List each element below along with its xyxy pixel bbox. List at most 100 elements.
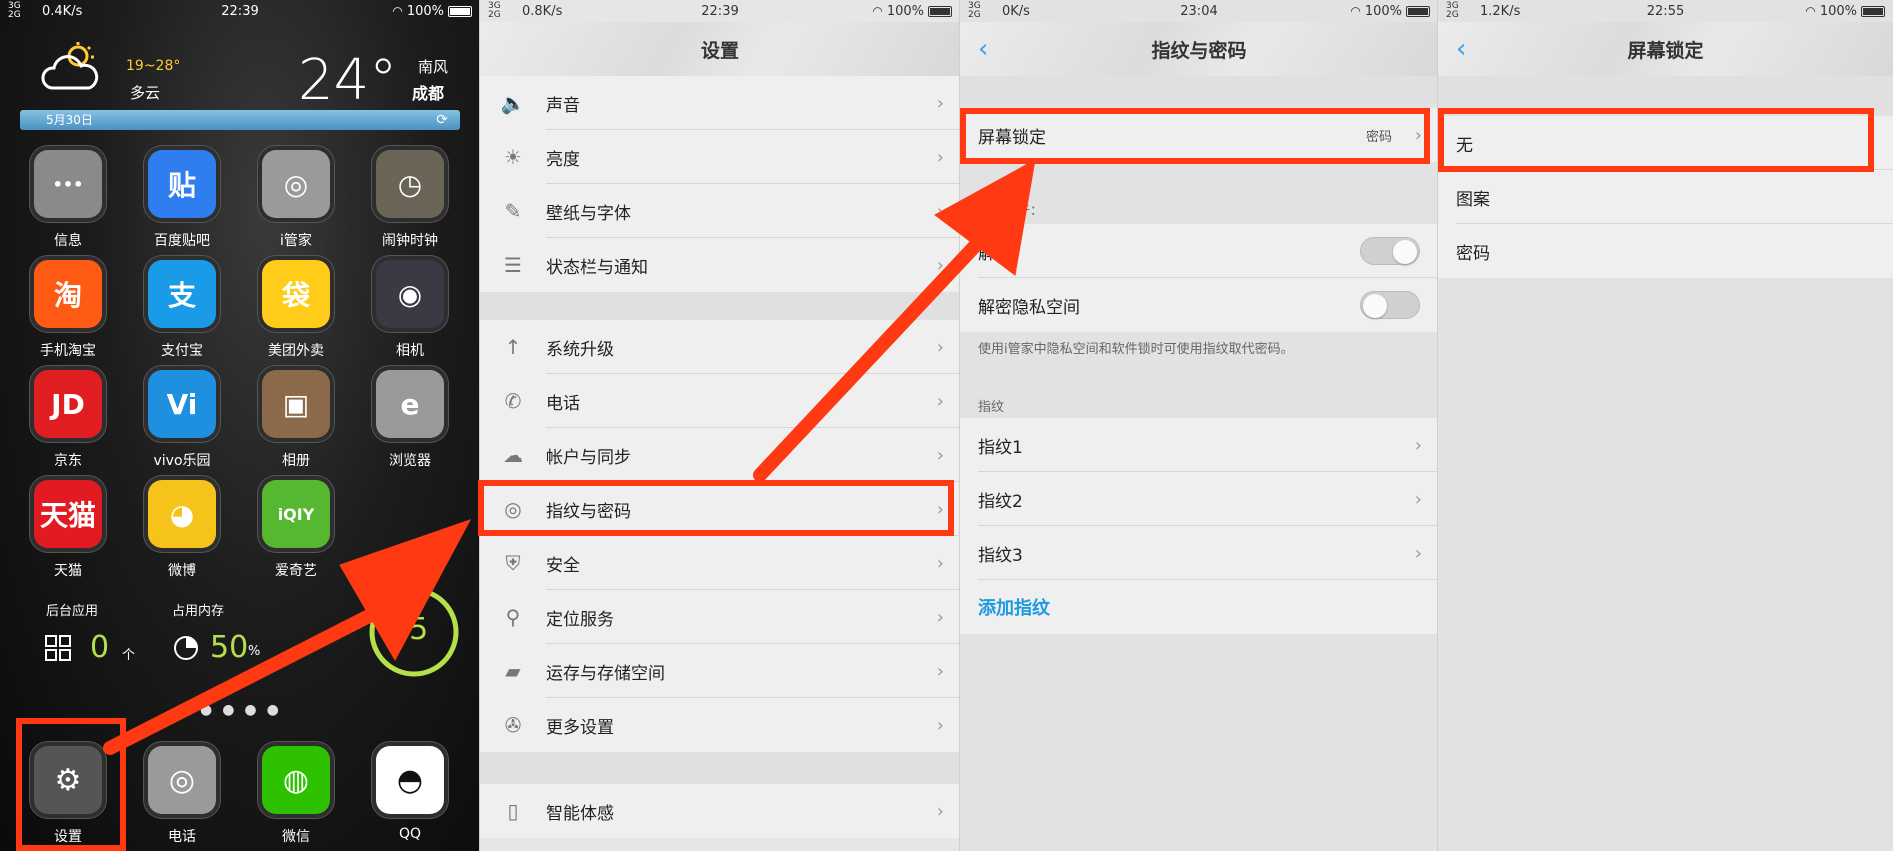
back-chevron-icon[interactable]: ‹ bbox=[1456, 34, 1466, 64]
taobao-icon: 淘 bbox=[34, 260, 102, 328]
dock-phone-dial[interactable]: ◎ 电话 bbox=[132, 746, 232, 846]
app-gallery[interactable]: ▣ 相册 bbox=[246, 370, 346, 470]
app-label: i管家 bbox=[280, 233, 312, 249]
memory-widget[interactable]: 后台应用 占用内存 0 个 50 % 95 bbox=[40, 587, 460, 690]
sd-card-icon: ▰ bbox=[505, 659, 521, 683]
gallery-icon: ▣ bbox=[262, 370, 330, 438]
app-vivo-park[interactable]: Vi vivo乐园 bbox=[132, 370, 232, 470]
app-taobao[interactable]: 淘手机淘宝 bbox=[18, 260, 118, 360]
section-gap bbox=[480, 752, 960, 784]
chevron-right-icon: › bbox=[936, 714, 944, 736]
settings-item-label: 声音 bbox=[546, 95, 580, 116]
screen-lock-value: 密码 bbox=[1365, 129, 1392, 145]
app-label: vivo乐园 bbox=[153, 453, 211, 469]
battery-icon bbox=[448, 5, 472, 17]
unlock-toggle[interactable] bbox=[1360, 237, 1420, 265]
dock-settings-gear[interactable]: ⚙ 设置 bbox=[18, 746, 118, 846]
add-fingerprint-link[interactable]: 添加指纹 bbox=[978, 594, 1050, 620]
app-label: 天猫 bbox=[54, 563, 82, 579]
settings-item-arrow-up[interactable]: ↑ 系统升级 › bbox=[480, 320, 960, 374]
phone-icon: ✆ bbox=[504, 389, 522, 413]
settings-item-wrench[interactable]: ✇ 更多设置 › bbox=[480, 698, 960, 752]
settings-item-label: 更多设置 bbox=[546, 717, 614, 738]
add-fingerprint-row[interactable]: 添加指纹 bbox=[960, 580, 1438, 634]
network-speed: 0K/s bbox=[1002, 3, 1030, 19]
private-space-toggle[interactable] bbox=[1360, 291, 1420, 319]
app-clock[interactable]: ◷ 闹钟时钟 bbox=[360, 150, 460, 250]
vivo-park-icon: Vi bbox=[148, 370, 216, 438]
settings-item-shield[interactable]: ⛨ 安全 › bbox=[480, 536, 960, 590]
page-indicator[interactable]: ●●●● bbox=[200, 702, 289, 718]
app-label: 支付宝 bbox=[161, 343, 203, 359]
settings-item-location-pin[interactable]: ⚲ 定位服务 › bbox=[480, 590, 960, 644]
motion-phone-icon: ▯ bbox=[507, 799, 519, 823]
chevron-right-icon: › bbox=[936, 92, 944, 114]
app-meituan[interactable]: 袋美团外卖 bbox=[246, 260, 346, 360]
page-title: ‹ 屏幕锁定 bbox=[1438, 22, 1893, 76]
chevron-right-icon: › bbox=[936, 552, 944, 574]
app-browser[interactable]: e 浏览器 bbox=[360, 370, 460, 470]
unlock-row[interactable]: 解锁 bbox=[960, 224, 1438, 278]
lock-option[interactable]: 图案 bbox=[1438, 170, 1893, 224]
private-space-label: 解密隐私空间 bbox=[978, 297, 1080, 318]
camera-icon: ◉ bbox=[376, 260, 444, 328]
settings-item-fingerprint[interactable]: ◎ 指纹与密码 › bbox=[480, 482, 960, 536]
weather-city: 成都 bbox=[412, 84, 445, 103]
refresh-icon[interactable]: ⟳ bbox=[436, 110, 448, 130]
settings-item-label: 指纹与密码 bbox=[546, 501, 631, 522]
app-message[interactable]: ••• 信息 bbox=[18, 150, 118, 250]
clock: 22:39 bbox=[221, 3, 259, 19]
settings-gear-icon: ⚙ bbox=[34, 746, 102, 814]
app-weibo[interactable]: ◕ 微博 bbox=[132, 480, 232, 580]
lock-option[interactable]: 无 bbox=[1438, 116, 1893, 170]
lock-option[interactable]: 密码 bbox=[1438, 224, 1893, 278]
dock-qq[interactable]: ◓ QQ bbox=[360, 746, 460, 842]
app-iqiyi[interactable]: iQIY 爱奇艺 bbox=[246, 480, 346, 580]
app-iguanjia[interactable]: ◎ i管家 bbox=[246, 150, 346, 250]
chevron-right-icon: › bbox=[936, 254, 944, 276]
app-label: 爱奇艺 bbox=[275, 563, 317, 579]
chevron-right-icon: › bbox=[936, 390, 944, 412]
fingerprint-screen: 3G 2G 0K/s 23:04 ◠ 100% ‹ 指纹与密码 屏幕锁定 密码 ›… bbox=[960, 0, 1438, 851]
wechat-icon: ◍ bbox=[262, 746, 330, 814]
fingerprint-item[interactable]: 指纹1 › bbox=[960, 418, 1438, 472]
weather-widget[interactable]: 19~28° 多云 24° 南风 成都 bbox=[40, 30, 460, 113]
signal-icon: 3G 2G bbox=[488, 1, 501, 20]
weather-temp: 24° bbox=[298, 48, 398, 113]
status-bar: 3G 2G 0.4K/s 22:39 ◠ 100% bbox=[0, 0, 480, 22]
network-speed: 1.2K/s bbox=[1480, 3, 1521, 19]
fingerprint-hint: 使用i管家中隐私空间和软件锁时可使用指纹取代密码。 bbox=[978, 342, 1294, 357]
settings-item-sd-card[interactable]: ▰ 运存与存储空间 › bbox=[480, 644, 960, 698]
settings-item-speaker[interactable]: 🔈 声音 › bbox=[480, 76, 960, 130]
back-chevron-icon[interactable]: ‹ bbox=[978, 34, 988, 64]
app-tieba[interactable]: 贴百度贴吧 bbox=[132, 150, 232, 250]
settings-item-label: 壁纸与字体 bbox=[546, 203, 631, 224]
clock-icon: ◷ bbox=[376, 150, 444, 218]
chevron-right-icon: › bbox=[936, 498, 944, 520]
settings-item-phone[interactable]: ✆ 电话 › bbox=[480, 374, 960, 428]
fingerprint-item[interactable]: 指纹3 › bbox=[960, 526, 1438, 580]
page-title: ‹ 指纹与密码 bbox=[960, 22, 1438, 76]
app-label: 微信 bbox=[282, 829, 310, 845]
weather-temp-range: 19~28° bbox=[126, 58, 181, 74]
app-label: 百度贴吧 bbox=[154, 233, 210, 249]
private-space-row[interactable]: 解密隐私空间 bbox=[960, 278, 1438, 332]
fingerprint-item[interactable]: 指纹2 › bbox=[960, 472, 1438, 526]
chevron-right-icon: › bbox=[936, 606, 944, 628]
app-tmall[interactable]: 天猫 天猫 bbox=[18, 480, 118, 580]
settings-item-brightness[interactable]: ☀ 亮度 › bbox=[480, 130, 960, 184]
settings-item-brush[interactable]: ✎ 壁纸与字体 › bbox=[480, 184, 960, 238]
app-camera[interactable]: ◉ 相机 bbox=[360, 260, 460, 360]
settings-item-list[interactable]: ☰ 状态栏与通知 › bbox=[480, 238, 960, 292]
app-alipay[interactable]: 支支付宝 bbox=[132, 260, 232, 360]
brush-icon: ✎ bbox=[504, 199, 522, 223]
app-jd[interactable]: JD 京东 bbox=[18, 370, 118, 470]
section-gap bbox=[960, 76, 1438, 104]
wifi-icon: ◠ bbox=[1350, 4, 1361, 18]
settings-item-motion-phone[interactable]: ▯ 智能体感 › bbox=[480, 784, 960, 838]
screen-lock-row[interactable]: 屏幕锁定 密码 › bbox=[960, 108, 1438, 162]
dock-wechat[interactable]: ◍ 微信 bbox=[246, 746, 346, 846]
settings-item-cloud-sync[interactable]: ☁ 帐户与同步 › bbox=[480, 428, 960, 482]
chevron-right-icon: › bbox=[936, 200, 944, 222]
wifi-icon: ◠ bbox=[872, 4, 883, 18]
